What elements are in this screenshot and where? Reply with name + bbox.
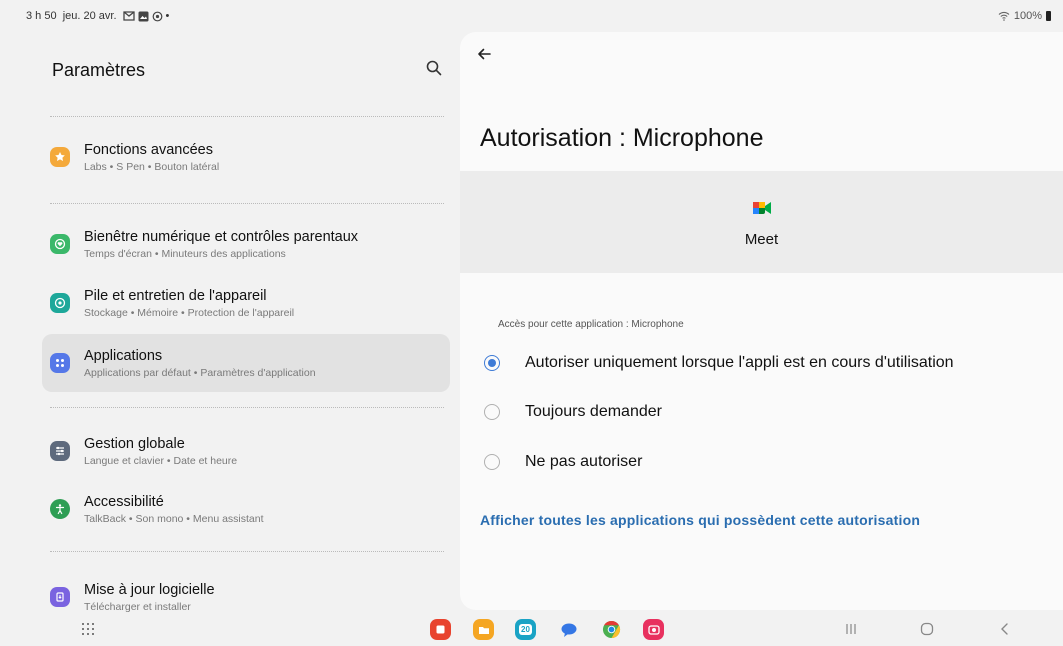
settings-list-panel: Paramètres Fonctions avancées Labs • S P… bbox=[0, 32, 460, 613]
back-arrow-icon[interactable] bbox=[474, 44, 494, 64]
battery-percentage: 100% bbox=[1013, 10, 1042, 22]
status-right: 100% bbox=[998, 10, 1051, 22]
notes-app-icon[interactable] bbox=[430, 619, 451, 640]
setting-title: Fonctions avancées bbox=[84, 141, 213, 158]
status-left: 3 h 50 jeu. 20 avr. • bbox=[26, 10, 170, 22]
divider bbox=[50, 407, 444, 408]
image-icon bbox=[138, 11, 149, 21]
setting-subtitle: Labs • S Pen • Bouton latéral bbox=[84, 160, 220, 173]
setting-item-applications[interactable]: Applications Applications par défaut • P… bbox=[42, 334, 450, 392]
setting-title: Gestion globale bbox=[84, 435, 185, 452]
setting-item-digital-wellbeing[interactable]: Bienêtre numérique et contrôles parentau… bbox=[42, 215, 450, 273]
apps-grid-icon[interactable] bbox=[80, 621, 96, 637]
setting-subtitle: Langue et clavier • Date et heure bbox=[84, 454, 238, 467]
accessibility-icon bbox=[50, 499, 70, 519]
radio-option-allow-while-using[interactable]: Autoriser uniquement lorsque l'appli est… bbox=[484, 348, 1044, 378]
setting-item-accessibility[interactable]: Accessibilité TalkBack • Son mono • Menu… bbox=[42, 480, 450, 538]
setting-item-general-management[interactable]: Gestion globale Langue et clavier • Date… bbox=[42, 422, 450, 480]
divider bbox=[50, 116, 444, 117]
setting-title: Mise à jour logicielle bbox=[84, 581, 215, 598]
radio-button[interactable] bbox=[484, 454, 500, 470]
battery-care-icon bbox=[50, 293, 70, 313]
page-title: Autorisation : Microphone bbox=[480, 124, 764, 152]
messages-app-icon[interactable] bbox=[558, 619, 579, 640]
heart-icon bbox=[50, 234, 70, 254]
wifi-icon bbox=[998, 11, 1010, 21]
section-label: Accès pour cette application : Microphon… bbox=[498, 319, 684, 330]
radio-button-checked[interactable] bbox=[484, 355, 500, 371]
setting-subtitle: Temps d'écran • Minuteurs des applicatio… bbox=[84, 247, 286, 260]
permission-detail-panel: Autorisation : Microphone Meet Accès pou… bbox=[460, 32, 1063, 610]
setting-subtitle: Stockage • Mémoire • Protection de l'app… bbox=[84, 306, 295, 319]
setting-title: Pile et entretien de l'appareil bbox=[84, 287, 267, 304]
calendar-day-label: 20 bbox=[519, 624, 532, 635]
camera-app-icon[interactable] bbox=[643, 619, 664, 640]
status-time-date: 3 h 50 jeu. 20 avr. bbox=[26, 10, 117, 22]
radio-option-deny[interactable]: Ne pas autoriser bbox=[484, 447, 1044, 477]
dot-icon: • bbox=[165, 10, 171, 22]
setting-subtitle: TalkBack • Son mono • Menu assistant bbox=[84, 512, 264, 525]
settings-title: Paramètres bbox=[52, 60, 146, 80]
divider bbox=[50, 551, 444, 552]
app-header: Meet bbox=[460, 171, 1063, 273]
setting-item-battery-care[interactable]: Pile et entretien de l'appareil Stockage… bbox=[42, 274, 450, 332]
update-icon bbox=[50, 587, 70, 607]
setting-title: Bienêtre numérique et contrôles parentau… bbox=[84, 228, 359, 245]
radio-label: Toujours demander bbox=[525, 403, 662, 420]
meet-app-icon bbox=[752, 201, 771, 214]
see-all-apps-link[interactable]: Afficher toutes les applications qui pos… bbox=[480, 512, 920, 528]
calendar-app-icon[interactable]: 20 bbox=[515, 619, 536, 640]
back-button[interactable] bbox=[996, 620, 1014, 638]
search-icon[interactable] bbox=[424, 58, 444, 78]
divider bbox=[50, 203, 444, 204]
setting-title: Accessibilité bbox=[84, 493, 164, 510]
sliders-icon bbox=[50, 441, 70, 461]
radio-option-ask-every-time[interactable]: Toujours demander bbox=[484, 397, 1044, 427]
home-button[interactable] bbox=[918, 620, 936, 638]
gmail-icon bbox=[122, 11, 135, 21]
battery-icon bbox=[1046, 11, 1051, 21]
sync-icon bbox=[152, 11, 162, 21]
apps-icon bbox=[50, 353, 70, 373]
my-files-app-icon[interactable] bbox=[473, 619, 494, 640]
setting-title: Applications bbox=[84, 347, 163, 364]
setting-subtitle: Applications par défaut • Paramètres d'a… bbox=[84, 366, 316, 379]
navigation-bar: 20 bbox=[0, 610, 1063, 646]
star-icon bbox=[50, 147, 70, 167]
status-bar: 3 h 50 jeu. 20 avr. • 100% bbox=[0, 0, 1063, 32]
notification-icons: • bbox=[122, 10, 171, 22]
radio-button[interactable] bbox=[484, 404, 500, 420]
chrome-app-icon[interactable] bbox=[601, 619, 622, 640]
recent-apps-button[interactable] bbox=[842, 620, 860, 638]
radio-label: Autoriser uniquement lorsque l'appli est… bbox=[525, 354, 954, 371]
setting-item-advanced-features[interactable]: Fonctions avancées Labs • S Pen • Bouton… bbox=[42, 128, 450, 186]
radio-label: Ne pas autoriser bbox=[525, 453, 643, 470]
app-name: Meet bbox=[744, 230, 779, 248]
